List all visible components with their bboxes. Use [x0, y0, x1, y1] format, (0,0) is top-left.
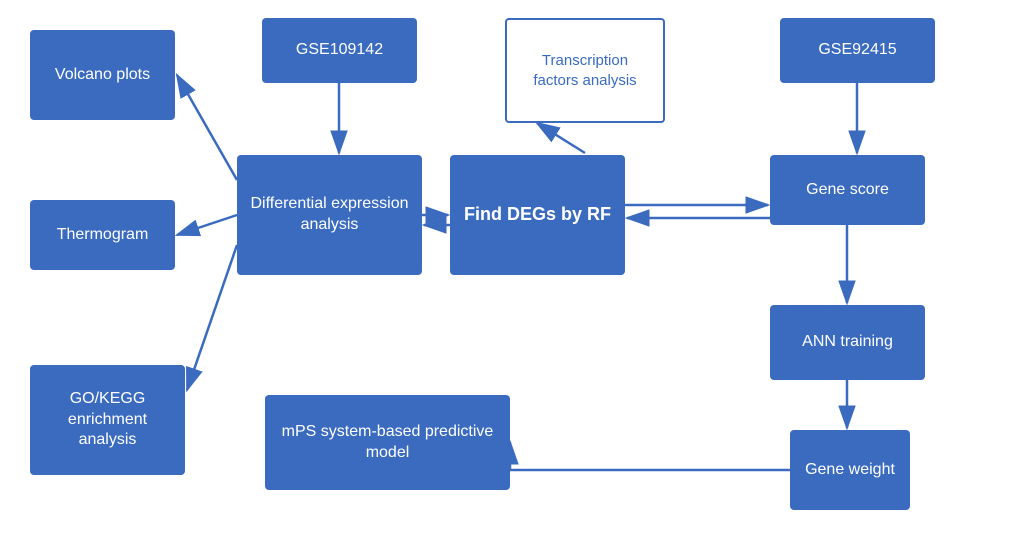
mps-system-box: mPS system-based predictive model — [265, 395, 510, 490]
gene-score-box: Gene score — [770, 155, 925, 225]
volcano-plots-box: Volcano plots — [30, 30, 175, 120]
gse92415-box: GSE92415 — [780, 18, 935, 83]
transcription-box: Transcription factors analysis — [505, 18, 665, 123]
find-degs-box: Find DEGs by RF — [450, 155, 625, 275]
gene-weight-box: Gene weight — [790, 430, 910, 510]
thermogram-box: Thermogram — [30, 200, 175, 270]
diagram-container: Volcano plots Thermogram GO/KEGG enrichm… — [0, 0, 1020, 542]
ann-training-box: ANN training — [770, 305, 925, 380]
gse109142-box: GSE109142 — [262, 18, 417, 83]
gokegg-box: GO/KEGG enrichment analysis — [30, 365, 185, 475]
diff-expr-box: Differential expression analysis — [237, 155, 422, 275]
